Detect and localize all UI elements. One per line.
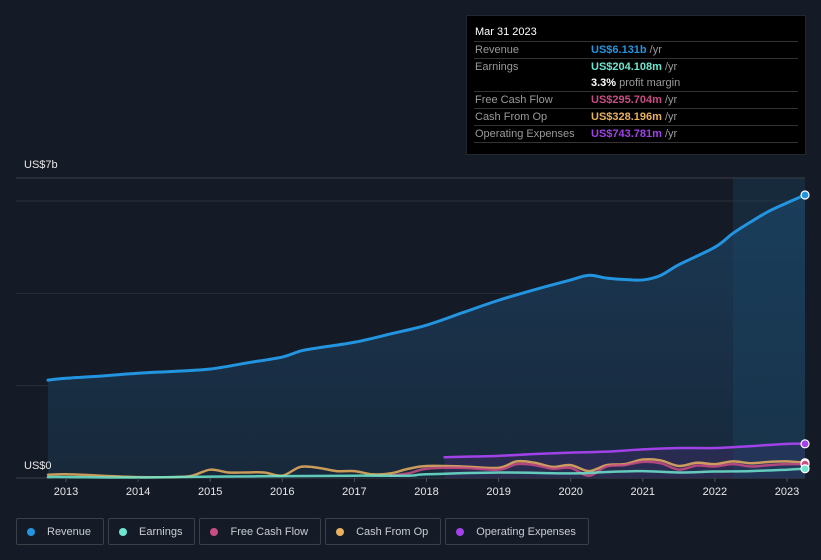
cash-from-op-dot-icon	[336, 527, 345, 536]
tooltip-unit: /yr	[664, 111, 678, 123]
tooltip-row-free-cash-flow: Free Cash Flow US$295.704m/yr	[474, 92, 798, 109]
tooltip-label: Earnings	[475, 61, 519, 73]
legend: Revenue Earnings Free Cash Flow Cash From O…	[16, 518, 589, 545]
tooltip-label: Cash From Op	[475, 111, 548, 123]
highlight-region	[732, 178, 805, 478]
x-tick-label-2018: 2018	[414, 486, 438, 498]
x-tick-label-2020: 2020	[558, 486, 582, 498]
earnings-end-marker	[800, 464, 810, 474]
tooltip-label: Free Cash Flow	[475, 94, 553, 106]
tooltip-unit: profit margin	[619, 77, 681, 89]
tooltip-row-cash-from-op: Cash From Op US$328.196m/yr	[474, 109, 798, 126]
tooltip-value: US$743.781m	[591, 128, 662, 140]
legend-label: Operating Expenses	[476, 525, 576, 538]
tooltip: Mar 31 2023 Revenue US$6.131b/yr Earnings U…	[466, 15, 806, 155]
operating-expenses-end-marker	[800, 439, 810, 449]
revenue-area	[47, 194, 806, 478]
tooltip-value: US$295.704m	[591, 94, 662, 106]
tooltip-row-operating-expenses: Operating Expenses US$743.781m/yr	[474, 126, 798, 143]
legend-label: Free Cash Flow	[230, 525, 309, 538]
x-tick-label-2015: 2015	[198, 486, 222, 498]
tooltip-row-revenue: Revenue US$6.131b/yr	[474, 42, 798, 59]
legend-label: Revenue	[47, 525, 92, 538]
x-tick-label-2017: 2017	[342, 486, 366, 498]
legend-label: Cash From Op	[356, 525, 429, 538]
x-tick-label-2016: 2016	[270, 486, 294, 498]
tooltip-value: US$328.196m	[591, 111, 662, 123]
earnings-dot-icon	[119, 527, 128, 536]
legend-item-free-cash-flow[interactable]: Free Cash Flow	[199, 518, 322, 545]
tooltip-date: Mar 31 2023	[474, 22, 798, 42]
legend-item-cash-from-op[interactable]: Cash From Op	[325, 518, 442, 545]
tooltip-row-profit-margin: 3.3% profit margin	[474, 75, 798, 92]
revenue-dot-icon	[27, 527, 35, 536]
legend-item-revenue[interactable]: Revenue	[16, 518, 105, 545]
tooltip-unit: /yr	[664, 128, 678, 140]
tooltip-label	[474, 75, 591, 91]
revenue-end-marker	[800, 190, 810, 200]
operating-expenses-dot-icon	[456, 527, 465, 536]
tooltip-value: US$6.131b	[591, 44, 647, 56]
x-tick-label-2014: 2014	[126, 486, 150, 498]
x-tick-label-2022: 2022	[703, 486, 727, 498]
tooltip-unit: /yr	[649, 44, 662, 56]
free-cash-flow-dot-icon	[210, 527, 219, 536]
tooltip-label: Revenue	[475, 44, 520, 56]
legend-item-operating-expenses[interactable]: Operating Expenses	[445, 518, 589, 545]
x-tick-label-2013: 2013	[54, 486, 78, 498]
legend-label: Earnings	[139, 525, 183, 538]
tooltip-label: Operating Expenses	[475, 128, 575, 140]
y-axis-top-label: US$7b	[24, 159, 58, 171]
x-tick-label-2023: 2023	[775, 486, 799, 498]
tooltip-row-earnings: Earnings US$204.108m/yr	[474, 59, 798, 75]
legend-item-earnings[interactable]: Earnings	[108, 518, 196, 545]
tooltip-value: US$204.108m	[591, 61, 662, 73]
x-tick-label-2019: 2019	[486, 486, 510, 498]
tooltip-value: 3.3%	[591, 77, 617, 89]
y-axis-bottom-label: US$0	[24, 460, 52, 472]
tooltip-unit: /yr	[664, 94, 678, 106]
x-tick-label-2021: 2021	[631, 486, 655, 498]
tooltip-unit: /yr	[664, 61, 678, 73]
